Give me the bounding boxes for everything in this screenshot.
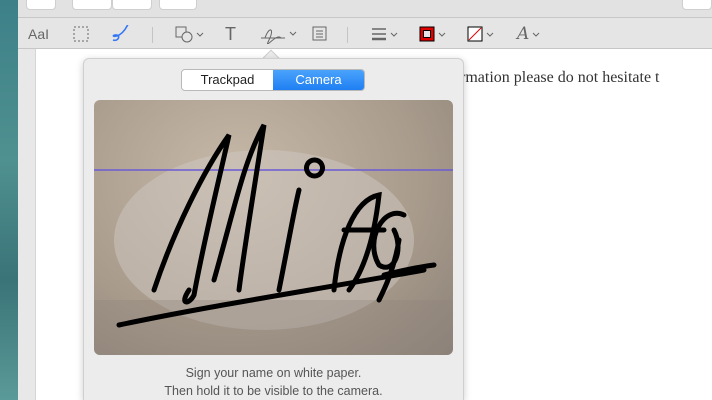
zoom-out-button[interactable] [72, 0, 112, 10]
markup-button[interactable] [682, 0, 712, 10]
sketch-icon[interactable] [110, 24, 132, 44]
signature-icon[interactable] [259, 24, 299, 44]
desktop-background [0, 0, 20, 400]
toolbar-divider [347, 27, 348, 43]
share-button[interactable] [159, 0, 197, 10]
tab-camera[interactable]: Camera [273, 70, 364, 90]
zoom-in-button[interactable] [112, 0, 152, 10]
instruction-line-2: Then hold it to be visible to the camera… [164, 384, 383, 398]
font-icon[interactable]: A [517, 24, 543, 44]
shapes-icon[interactable] [175, 24, 205, 44]
top-toolbar [18, 0, 712, 18]
signature-popover: Trackpad Camera Sign your name on white … [83, 58, 464, 400]
fill-color-icon[interactable] [467, 24, 497, 44]
tab-trackpad[interactable]: Trackpad [182, 70, 273, 90]
toolbar-divider [152, 27, 153, 43]
rect-select-icon[interactable] [73, 24, 89, 44]
instruction-line-1: Sign your name on white paper. [185, 366, 362, 380]
note-icon[interactable] [312, 24, 328, 44]
signature-mode-control: Trackpad Camera [181, 69, 365, 91]
line-style-icon[interactable] [371, 24, 401, 44]
sidebar-button[interactable] [26, 0, 56, 10]
camera-preview [94, 100, 453, 355]
border-color-icon[interactable] [419, 24, 449, 44]
text-style-icon[interactable]: AaI [28, 24, 49, 44]
text-icon[interactable]: T [225, 24, 236, 44]
document-text: rmation please do not hesitate t [460, 69, 660, 86]
